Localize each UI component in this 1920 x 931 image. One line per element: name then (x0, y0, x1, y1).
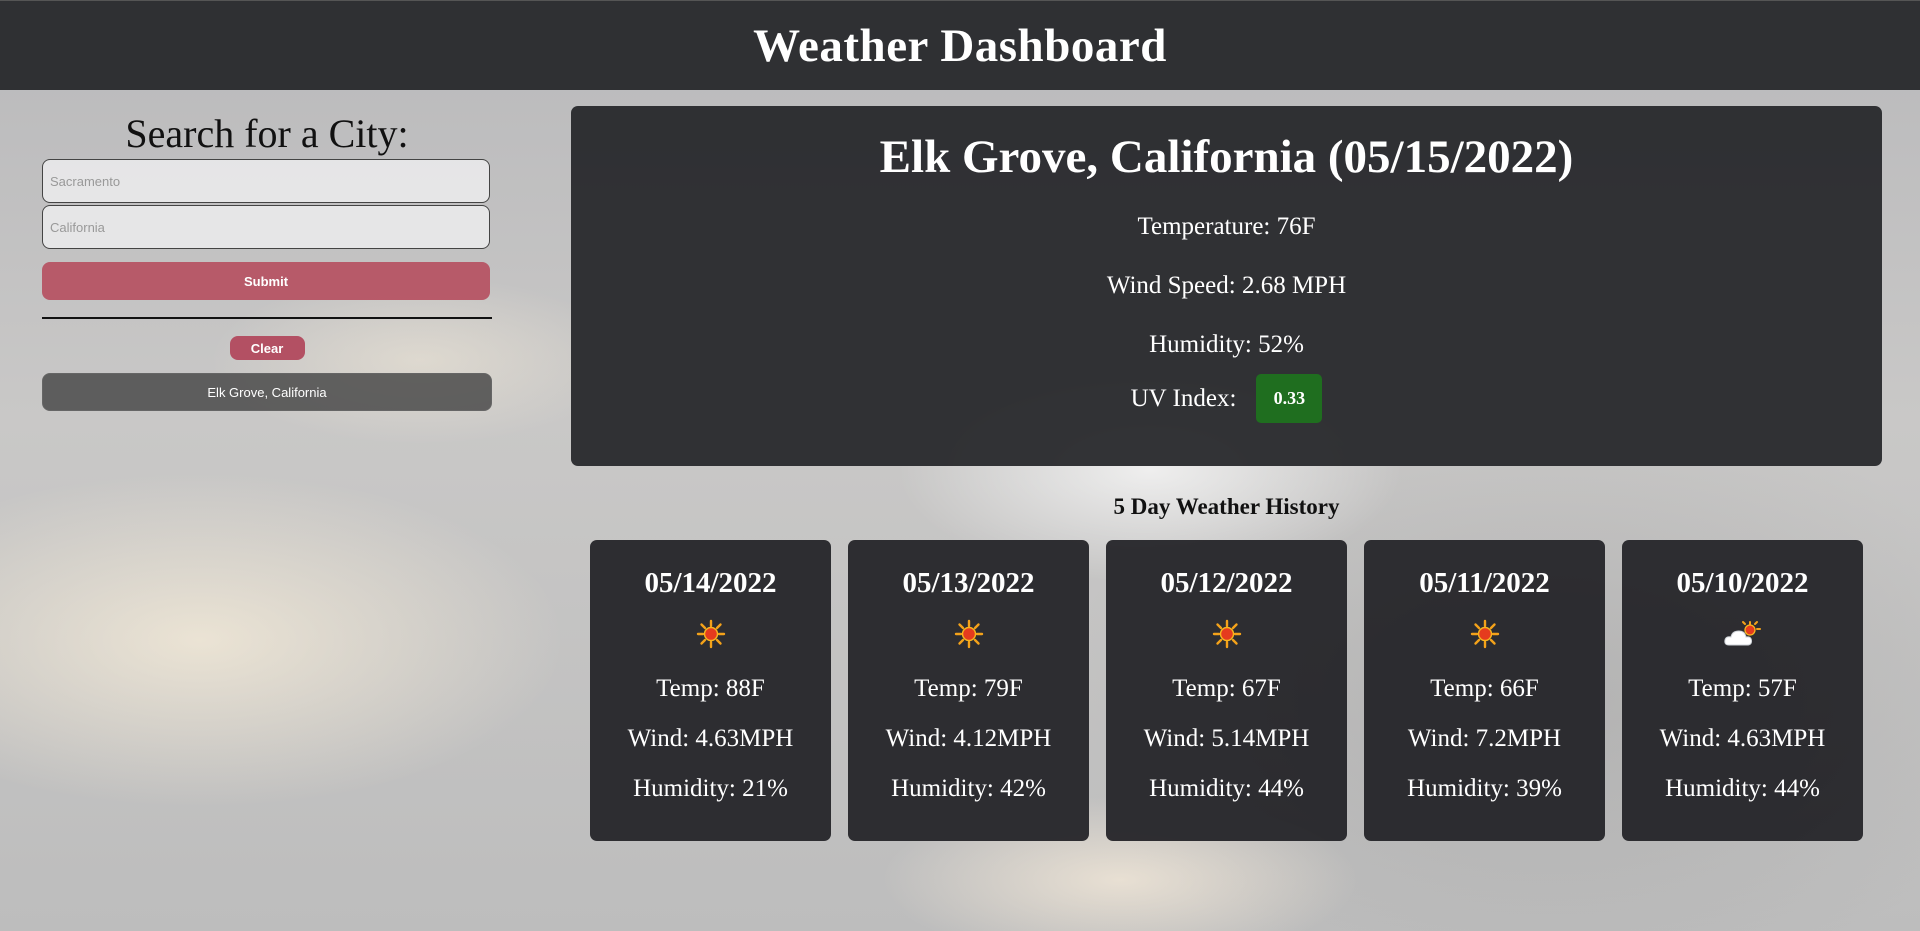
forecast-day-card: 05/11/2022 Temp: 66F Wind: 7.2MPH Humidi… (1364, 540, 1605, 841)
forecast-humidity: Humidity: 39% (1407, 775, 1562, 802)
header-bar: Weather Dashboard (0, 0, 1920, 90)
forecast-wind: Wind: 4.12MPH (885, 725, 1052, 752)
forecast-date: 05/14/2022 (644, 567, 777, 599)
city-input[interactable] (42, 159, 490, 203)
uv-index-row: UV Index: 0.33 (571, 374, 1882, 423)
forecast-humidity: Humidity: 21% (633, 775, 788, 802)
forecast-temp: Temp: 88F (656, 675, 765, 702)
current-city-heading: Elk Grove, California (05/15/2022) (879, 131, 1574, 183)
forecast-temp: Temp: 79F (914, 675, 1023, 702)
clear-button[interactable]: Clear (229, 336, 305, 360)
forecast-temp: Temp: 67F (1172, 675, 1281, 702)
state-input[interactable] (42, 205, 490, 249)
forecast-humidity: Humidity: 42% (891, 775, 1046, 802)
forecast-day-card: 05/13/2022 Temp: 79F Wind: 4.12MPH Humid… (848, 540, 1089, 841)
page-title: Weather Dashboard (753, 19, 1167, 72)
uv-index-badge: 0.33 (1256, 374, 1323, 423)
forecast-date: 05/13/2022 (902, 567, 1035, 599)
forecast-temp: Temp: 66F (1430, 675, 1539, 702)
forecast-row: 05/14/2022 Temp: 88F Wind: 4.63MPH Humid… (590, 540, 1864, 841)
forecast-temp: Temp: 57F (1688, 675, 1797, 702)
sidebar-divider (42, 317, 492, 319)
forecast-day-card: 05/12/2022 Temp: 67F Wind: 5.14MPH Humid… (1106, 540, 1347, 841)
forecast-wind: Wind: 4.63MPH (1659, 725, 1826, 752)
current-weather-card: Elk Grove, California (05/15/2022) Tempe… (571, 106, 1882, 466)
forecast-day-card: 05/10/2022 Temp: 57F Wind: 4.63MPH Humid… (1622, 540, 1863, 841)
forecast-humidity: Humidity: 44% (1149, 775, 1304, 802)
forecast-title: 5 Day Weather History (1113, 494, 1340, 519)
current-temperature: Temperature: 76F (1137, 213, 1316, 240)
forecast-date: 05/11/2022 (1419, 567, 1550, 599)
submit-button[interactable]: Submit (42, 262, 490, 300)
partly-cloudy-icon (1723, 621, 1761, 646)
search-sidebar: Search for a City: Submit Clear Elk Grov… (42, 110, 492, 411)
forecast-date: 05/12/2022 (1160, 567, 1293, 599)
sun-icon (696, 619, 725, 649)
forecast-date: 05/10/2022 (1676, 567, 1809, 599)
history-city-button[interactable]: Elk Grove, California (42, 373, 492, 411)
forecast-wind: Wind: 4.63MPH (627, 725, 794, 752)
forecast-wind: Wind: 5.14MPH (1143, 725, 1310, 752)
forecast-day-card: 05/14/2022 Temp: 88F Wind: 4.63MPH Humid… (590, 540, 831, 841)
current-humidity: Humidity: 52% (1149, 331, 1304, 358)
sun-icon (954, 619, 983, 649)
forecast-wind: Wind: 7.2MPH (1407, 725, 1562, 752)
sun-icon (1212, 619, 1241, 649)
uv-index-label: UV Index: (1130, 384, 1237, 412)
sun-icon (1470, 619, 1499, 649)
forecast-humidity: Humidity: 44% (1665, 775, 1820, 802)
search-title: Search for a City: (125, 111, 409, 156)
current-wind-speed: Wind Speed: 2.68 MPH (1106, 272, 1347, 299)
